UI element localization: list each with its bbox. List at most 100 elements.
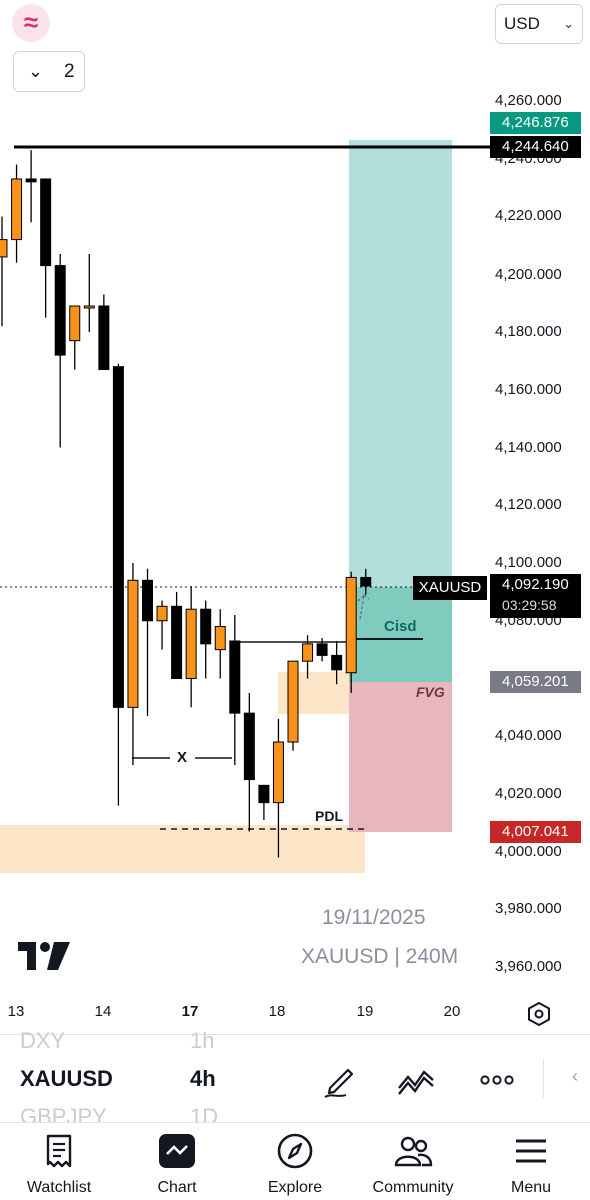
indicators-icon[interactable] [396,1060,436,1100]
watermark-symbol: XAUUSD | 240M [301,945,459,968]
y-tick: 4,160.000 [495,381,562,398]
x-tick: 18 [268,1003,286,1020]
chevron-left-icon[interactable]: ‹ [572,1066,578,1087]
nav-label: Community [372,1179,454,1196]
stop-price-label: 4,007.041 [490,821,581,843]
y-tick: 3,980.000 [495,900,562,917]
chevron-down-icon: ⌄ [28,61,44,81]
bull-candle [214,626,226,651]
watchlist-row-selected[interactable]: XAUUSD 4h [20,1066,216,1092]
bear-candle [171,605,183,679]
x-tick: 14 [94,1003,112,1020]
nav-explore[interactable]: Explore [236,1123,354,1200]
chevron-down-icon: ⌄ [563,16,574,31]
more-icon[interactable] [477,1060,517,1100]
bear-candle [331,654,343,671]
y-tick: 4,180.000 [495,323,562,340]
nav-label: Explore [267,1179,323,1196]
entry-price-label: 4,059.201 [490,671,581,693]
y-tick: 4,000.000 [495,843,562,860]
watchlist-symbol: GBPJPY [20,1104,107,1123]
bottom-navigation: Watchlist Chart Explore Community Menu [0,1122,590,1200]
y-tick: 4,260.000 [495,92,562,109]
chart-app: ≈ USD ⌄ ⌄ 2 Cisd FVG X PDL 4,260.000 4,2… [0,0,590,1200]
x-tick: 19 [356,1003,374,1020]
x-tick-bold: 17 [181,1003,199,1020]
watchlist-symbol: DXY [20,1028,66,1053]
nav-chart[interactable]: Chart [118,1123,236,1200]
watchlist-timeframe: 1D [190,1104,219,1123]
price-chart[interactable] [0,90,490,995]
bull-candle [127,579,139,708]
resistance-price-label: 4,244.640 [490,136,581,158]
nav-menu[interactable]: Menu [472,1123,590,1200]
y-tick: 4,100.000 [495,554,562,571]
toolbar-divider [543,1058,544,1098]
bear-candle [25,178,37,183]
bull-candle [156,605,168,622]
bar-countdown: 03:29:58 [502,597,557,613]
bear-candle [316,643,328,656]
y-tick: 4,220.000 [495,207,562,224]
nav-label: Chart [157,1179,197,1196]
watchlist-icon [46,1134,72,1168]
bear-candle [243,712,255,781]
bear-candle [360,576,372,587]
y-tick: 4,120.000 [495,496,562,513]
nav-label: Menu [510,1179,552,1196]
layers-count: 2 [64,61,75,82]
layers-toggle[interactable]: ⌄ 2 [13,51,85,92]
bear-candle [229,640,241,714]
currency-selector[interactable]: USD ⌄ [495,4,583,44]
community-icon [394,1136,433,1167]
x-tick: 13 [7,1003,25,1020]
current-price-box: 4,092.190 03:29:58 [490,574,581,618]
current-price: 4,092.190 [502,576,569,593]
x-tick: 20 [443,1003,461,1020]
watchlist-row[interactable]: DXY 1h [20,1028,214,1054]
bull-candle [302,643,314,662]
pen-icon[interactable] [320,1060,360,1100]
chart-icon [159,1134,195,1168]
bull-candle [185,608,197,680]
bear-candle [54,265,66,356]
app-logo[interactable]: ≈ [12,4,50,42]
bull-candle [0,239,8,258]
target-price-label: 4,246.876 [490,112,581,134]
compass-icon [277,1133,313,1169]
bull-candle [11,178,23,241]
bear-candle [112,366,124,708]
bull-candle [287,660,299,743]
bull-candle [345,576,357,674]
bull-candle [69,305,81,342]
pdl-zone [0,825,365,873]
symbol-price-tag: XAUUSD [413,576,487,600]
y-tick: 4,020.000 [495,785,562,802]
bull-candle [272,741,284,804]
watermark-date: 19/11/2025 [322,906,426,929]
fvg-label: FVG [416,684,445,700]
y-tick: 4,200.000 [495,266,562,283]
watchlist-row[interactable]: GBPJPY 1D [20,1104,218,1123]
watchlist-symbol: XAUUSD [20,1066,113,1091]
y-tick: 3,960.000 [495,958,562,975]
nav-watchlist[interactable]: Watchlist [0,1123,118,1200]
tradingview-logo [18,942,70,970]
bear-candle [98,305,110,371]
bear-candle [142,579,153,622]
chart-settings-icon[interactable] [525,1000,553,1028]
stop-zone [349,682,452,832]
pdl-label: PDL [315,808,343,824]
bear-candle [40,178,52,267]
watchlist-timeframe: 4h [190,1066,216,1091]
y-tick: 4,140.000 [495,439,562,456]
y-tick: 4,040.000 [495,727,562,744]
watchlist-timeframe: 1h [190,1028,215,1053]
x-label: X [177,749,188,766]
hamburger-menu-icon [516,1139,546,1163]
bear-candle [200,608,212,645]
bull-candle [83,305,95,309]
bear-candle [258,784,270,804]
nav-community[interactable]: Community [354,1123,472,1200]
cisd-label: Cisd [384,618,417,635]
